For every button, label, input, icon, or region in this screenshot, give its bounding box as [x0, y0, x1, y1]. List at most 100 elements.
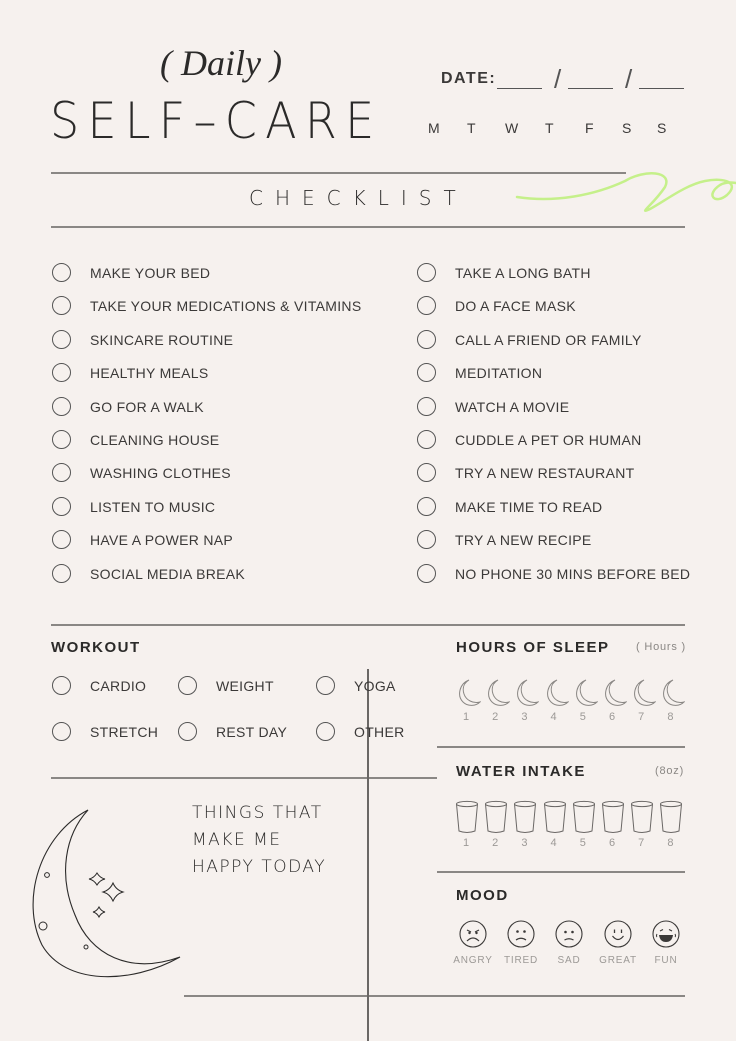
- workout-option[interactable]: STRETCH: [52, 722, 172, 744]
- checkbox[interactable]: [178, 722, 197, 741]
- checkbox[interactable]: [52, 463, 71, 483]
- moon-icon: [634, 679, 657, 706]
- mood-option[interactable]: TIRED: [499, 920, 543, 970]
- checkbox[interactable]: [417, 296, 436, 316]
- weekday-option[interactable]: W: [505, 120, 518, 136]
- smile-face-icon: [604, 920, 632, 948]
- checkbox[interactable]: [316, 722, 335, 741]
- sleep-hour[interactable]: 5: [572, 678, 599, 726]
- water-glass[interactable]: 3: [513, 800, 539, 850]
- water-glass[interactable]: 7: [630, 800, 656, 850]
- checklist-item[interactable]: WATCH A MOVIE: [417, 396, 717, 419]
- checklist-item-label: TRY A NEW RESTAURANT: [455, 465, 635, 482]
- workout-option[interactable]: YOGA: [316, 676, 436, 698]
- checklist-item[interactable]: SOCIAL MEDIA BREAK: [52, 563, 352, 586]
- mood-option-label: ANGRY: [453, 955, 493, 966]
- checkbox[interactable]: [417, 463, 436, 483]
- checklist-item[interactable]: CLEANING HOUSE: [52, 430, 352, 452]
- checklist-item[interactable]: MAKE TIME TO READ: [417, 496, 717, 519]
- workout-option[interactable]: WEIGHT: [178, 676, 298, 698]
- mood-title: MOOD: [456, 887, 509, 904]
- checklist-item[interactable]: HAVE A POWER NAP: [52, 530, 352, 552]
- crescent-moon-stars-icon: [32, 809, 181, 978]
- checkbox[interactable]: [417, 496, 436, 516]
- sleep-hour[interactable]: 2: [484, 678, 511, 726]
- sleep-hour[interactable]: 6: [601, 678, 628, 726]
- checkbox[interactable]: [52, 363, 71, 383]
- workout-option-label: WEIGHT: [216, 678, 274, 694]
- checklist-item[interactable]: NO PHONE 30 MINS BEFORE BED: [417, 563, 717, 586]
- checklist-item[interactable]: HEALTHY MEALS: [52, 363, 352, 385]
- checkbox[interactable]: [52, 722, 71, 741]
- checklist-item-label: TAKE YOUR MEDICATIONS & VITAMINS: [90, 298, 362, 315]
- checklist-item-label: TRY A NEW RECIPE: [455, 532, 592, 549]
- date-year-field[interactable]: [639, 88, 684, 89]
- checklist-item[interactable]: CUDDLE A PET OR HUMAN: [417, 430, 717, 452]
- checkbox[interactable]: [52, 396, 71, 416]
- sleep-hour[interactable]: 4: [543, 678, 570, 726]
- sleep-hour[interactable]: 3: [513, 678, 541, 726]
- checkbox[interactable]: [52, 530, 71, 550]
- checkbox[interactable]: [178, 676, 197, 695]
- workout-option[interactable]: REST DAY: [178, 722, 298, 744]
- workout-option[interactable]: OTHER: [316, 722, 436, 744]
- moon-icon: [605, 679, 628, 706]
- checkbox[interactable]: [417, 263, 436, 282]
- water-glass-number: 7: [638, 837, 645, 849]
- sleep-hour[interactable]: 8: [659, 678, 687, 726]
- checklist-item[interactable]: TAKE A LONG BATH: [417, 263, 717, 285]
- water-glass[interactable]: 6: [601, 800, 627, 850]
- checkbox[interactable]: [52, 329, 71, 349]
- water-glass-number: 2: [492, 837, 499, 849]
- checklist-item[interactable]: LISTEN TO MUSIC: [52, 496, 352, 519]
- checkbox[interactable]: [52, 263, 71, 282]
- checklist-item-label: SOCIAL MEDIA BREAK: [90, 565, 246, 582]
- checkbox[interactable]: [417, 530, 436, 550]
- happy-notes-area[interactable]: [192, 890, 362, 990]
- weekday-option[interactable]: T: [467, 120, 476, 136]
- checkbox[interactable]: [417, 329, 436, 349]
- checklist-item[interactable]: TRY A NEW RECIPE: [417, 530, 717, 552]
- checklist-item[interactable]: TAKE YOUR MEDICATIONS & VITAMINS: [52, 296, 361, 318]
- water-glass[interactable]: 1: [455, 800, 481, 850]
- water-glass[interactable]: 5: [572, 800, 598, 850]
- checklist-item[interactable]: CALL A FRIEND OR FAMILY: [417, 329, 717, 352]
- mood-option[interactable]: SAD: [547, 920, 591, 970]
- checkbox[interactable]: [52, 496, 71, 516]
- mood-option[interactable]: GREAT: [596, 920, 640, 970]
- weekday-option[interactable]: F: [585, 120, 594, 136]
- date-day-field[interactable]: [568, 88, 613, 89]
- checkbox[interactable]: [52, 676, 71, 695]
- checklist-item-label: WASHING CLOTHES: [90, 465, 231, 482]
- weekday-option[interactable]: S: [622, 120, 631, 136]
- checkbox[interactable]: [52, 563, 71, 583]
- checklist-item[interactable]: DO A FACE MASK: [417, 296, 717, 318]
- mood-option[interactable]: ANGRY: [451, 920, 495, 970]
- checkbox[interactable]: [417, 563, 436, 583]
- checkbox[interactable]: [417, 396, 436, 416]
- weekday-option[interactable]: T: [545, 120, 554, 136]
- checkbox[interactable]: [52, 430, 71, 449]
- mood-option-label: TIRED: [504, 955, 538, 966]
- workout-option[interactable]: CARDIO: [52, 676, 172, 698]
- checklist-item[interactable]: MEDITATION: [417, 363, 717, 385]
- weekday-option[interactable]: M: [428, 120, 440, 136]
- checklist-item[interactable]: SKINCARE ROUTINE: [52, 329, 352, 352]
- checkbox[interactable]: [417, 363, 436, 383]
- checklist-item[interactable]: MAKE YOUR BED: [52, 263, 352, 285]
- water-glass[interactable]: 8: [659, 800, 685, 850]
- date-month-field[interactable]: [497, 88, 542, 89]
- water-glass[interactable]: 2: [484, 800, 510, 850]
- checklist-item[interactable]: WASHING CLOTHES: [52, 463, 352, 485]
- checklist-item[interactable]: TRY A NEW RESTAURANT: [417, 463, 717, 485]
- checkbox[interactable]: [316, 676, 335, 695]
- checkbox[interactable]: [52, 296, 71, 316]
- mood-option[interactable]: FUN: [644, 920, 688, 970]
- checklist-item[interactable]: GO FOR A WALK: [52, 396, 352, 419]
- sleep-hour[interactable]: 1: [455, 678, 482, 726]
- sleep-hour[interactable]: 7: [630, 678, 657, 726]
- sleep-hour-number: 6: [608, 711, 616, 723]
- checkbox[interactable]: [417, 430, 436, 449]
- water-glass[interactable]: 4: [543, 800, 569, 850]
- weekday-option[interactable]: S: [657, 120, 666, 136]
